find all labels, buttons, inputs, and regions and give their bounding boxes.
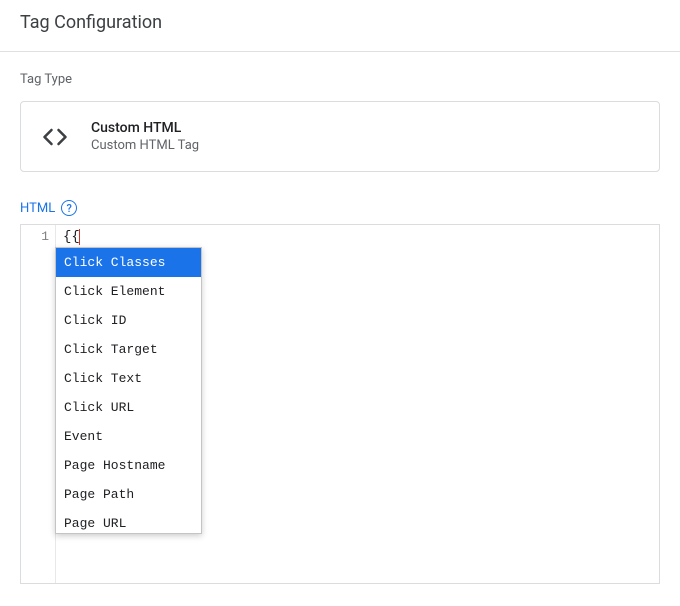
editor-text-area[interactable]: {{ Click ClassesClick ElementClick IDCli… [55,225,659,583]
content-area: Tag Type Custom HTML Custom HTML Tag HTM… [0,52,680,604]
line-number: 1 [21,229,49,244]
help-icon[interactable]: ? [61,200,77,216]
page-title: Tag Configuration [20,12,660,33]
autocomplete-item[interactable]: Page Path [56,480,201,509]
html-label-row: HTML ? [20,200,660,216]
autocomplete-item[interactable]: Click URL [56,393,201,422]
tag-type-name: Custom HTML [91,120,199,136]
autocomplete-item[interactable]: Event [56,422,201,451]
autocomplete-item[interactable]: Click ID [56,306,201,335]
autocomplete-item[interactable]: Page URL [56,509,201,534]
tag-type-text: Custom HTML Custom HTML Tag [91,120,199,153]
code-brackets-icon [41,123,69,151]
tag-type-card[interactable]: Custom HTML Custom HTML Tag [20,101,660,172]
autocomplete-item[interactable]: Click Classes [56,248,201,277]
text-cursor [79,229,80,245]
tag-type-label: Tag Type [20,72,660,87]
html-editor-label: HTML [20,201,55,216]
autocomplete-dropdown[interactable]: Click ClassesClick ElementClick IDClick … [55,247,202,534]
autocomplete-item[interactable]: Page Hostname [56,451,201,480]
html-editor[interactable]: 1 {{ Click ClassesClick ElementClick IDC… [20,224,660,584]
editor-gutter: 1 [21,225,55,583]
editor-content: {{ [63,229,80,245]
autocomplete-item[interactable]: Click Text [56,364,201,393]
tag-type-subtitle: Custom HTML Tag [91,138,199,153]
header: Tag Configuration [0,0,680,51]
autocomplete-item[interactable]: Click Element [56,277,201,306]
autocomplete-item[interactable]: Click Target [56,335,201,364]
